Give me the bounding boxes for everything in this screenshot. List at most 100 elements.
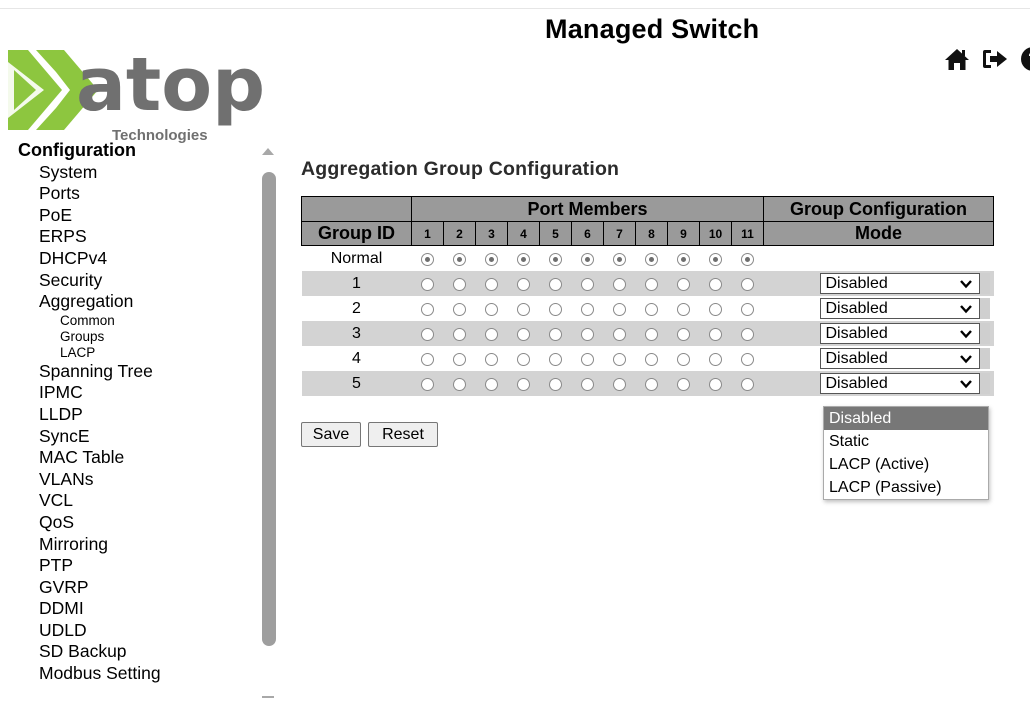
group-3-port-6-radio[interactable] [581, 327, 594, 341]
sidebar-item-vcl[interactable]: VCL [18, 490, 258, 512]
group-3-port-1-radio[interactable] [421, 327, 434, 341]
group-4-port-10-radio[interactable] [709, 352, 722, 366]
group-3-port-4-radio[interactable] [517, 327, 530, 341]
group-5-port-11-radio[interactable] [741, 377, 754, 391]
group-1-port-6-radio[interactable] [581, 277, 594, 291]
save-button[interactable]: Save [301, 422, 361, 447]
group-1-port-2-radio[interactable] [453, 277, 466, 291]
sidebar-item-lldp[interactable]: LLDP [18, 404, 258, 426]
group-3-port-2-radio[interactable] [453, 327, 466, 341]
group-2-port-4-radio[interactable] [517, 302, 530, 316]
port-1-normal-radio[interactable] [421, 252, 434, 266]
reset-button[interactable]: Reset [368, 422, 438, 447]
group-1-port-5-radio[interactable] [549, 277, 562, 291]
group-3-port-10-radio[interactable] [709, 327, 722, 341]
group-1-port-4-radio[interactable] [517, 277, 530, 291]
group-1-port-10-radio[interactable] [709, 277, 722, 291]
sidebar-item-spanning-tree[interactable]: Spanning Tree [18, 361, 258, 383]
port-11-normal-radio[interactable] [741, 252, 754, 266]
group-5-port-4-radio[interactable] [517, 377, 530, 391]
sidebar-item-aggregation[interactable]: Aggregation [18, 291, 258, 313]
sidebar-item-ptp[interactable]: PTP [18, 555, 258, 577]
sidebar-item-qos[interactable]: QoS [18, 512, 258, 534]
group-3-port-8-radio[interactable] [645, 327, 658, 341]
group-3-port-5-radio[interactable] [549, 327, 562, 341]
group-1-port-11-radio[interactable] [741, 277, 754, 291]
sidebar-item-system[interactable]: System [18, 162, 258, 184]
group-2-port-9-radio[interactable] [677, 302, 690, 316]
sidebar-item-mac-table[interactable]: MAC Table [18, 447, 258, 469]
sidebar-item-dhcpv4[interactable]: DHCPv4 [18, 248, 258, 270]
dropdown-option-lacp-active[interactable]: LACP (Active) [824, 453, 988, 476]
group-2-mode-select[interactable]: Disabled [819, 298, 980, 319]
sidebar-item-udld[interactable]: UDLD [18, 620, 258, 642]
port-5-normal-radio[interactable] [549, 252, 562, 266]
group-5-port-9-radio[interactable] [677, 377, 690, 391]
group-3-port-7-radio[interactable] [613, 327, 626, 341]
group-4-port-7-radio[interactable] [613, 352, 626, 366]
help-icon[interactable] [1020, 46, 1030, 72]
group-4-port-6-radio[interactable] [581, 352, 594, 366]
group-5-port-10-radio[interactable] [709, 377, 722, 391]
group-4-port-3-radio[interactable] [485, 352, 498, 366]
sidebar-item-synce[interactable]: SyncE [18, 426, 258, 448]
port-10-normal-radio[interactable] [709, 252, 722, 266]
group-5-port-7-radio[interactable] [613, 377, 626, 391]
sidebar-subitem-lacp[interactable]: LACP [18, 345, 258, 361]
group-5-mode-select[interactable]: Disabled [819, 373, 980, 394]
sidebar-item-ports[interactable]: Ports [18, 183, 258, 205]
port-6-normal-radio[interactable] [581, 252, 594, 266]
group-1-port-1-radio[interactable] [421, 277, 434, 291]
sidebar-item-ipmc[interactable]: IPMC [18, 382, 258, 404]
port-7-normal-radio[interactable] [613, 252, 626, 266]
group-2-port-11-radio[interactable] [741, 302, 754, 316]
group-4-mode-select[interactable]: Disabled [819, 348, 980, 369]
group-5-port-1-radio[interactable] [421, 377, 434, 391]
port-2-normal-radio[interactable] [453, 252, 466, 266]
group-5-port-3-radio[interactable] [485, 377, 498, 391]
sidebar-scroll-up-arrow[interactable] [262, 148, 274, 155]
sidebar-item-security[interactable]: Security [18, 270, 258, 292]
group-2-port-5-radio[interactable] [549, 302, 562, 316]
group-2-port-2-radio[interactable] [453, 302, 466, 316]
group-3-port-11-radio[interactable] [741, 327, 754, 341]
dropdown-option-lacp-passive[interactable]: LACP (Passive) [824, 476, 988, 499]
sidebar-item-ddmi[interactable]: DDMI [18, 598, 258, 620]
group-4-port-11-radio[interactable] [741, 352, 754, 366]
dropdown-option-disabled[interactable]: Disabled [824, 407, 988, 430]
sidebar-item-mirroring[interactable]: Mirroring [18, 534, 258, 556]
group-2-port-10-radio[interactable] [709, 302, 722, 316]
sidebar-heading[interactable]: Configuration [18, 140, 258, 162]
group-1-port-7-radio[interactable] [613, 277, 626, 291]
sidebar-item-modbus-setting[interactable]: Modbus Setting [18, 663, 258, 685]
group-5-port-2-radio[interactable] [453, 377, 466, 391]
group-3-port-3-radio[interactable] [485, 327, 498, 341]
group-5-port-8-radio[interactable] [645, 377, 658, 391]
group-5-port-5-radio[interactable] [549, 377, 562, 391]
group-1-port-8-radio[interactable] [645, 277, 658, 291]
sidebar-item-erps[interactable]: ERPS [18, 226, 258, 248]
port-3-normal-radio[interactable] [485, 252, 498, 266]
logout-icon[interactable] [982, 46, 1008, 72]
port-9-normal-radio[interactable] [677, 252, 690, 266]
group-3-port-9-radio[interactable] [677, 327, 690, 341]
group-4-port-9-radio[interactable] [677, 352, 690, 366]
group-2-port-1-radio[interactable] [421, 302, 434, 316]
sidebar-item-vlans[interactable]: VLANs [18, 469, 258, 491]
sidebar-item-poe[interactable]: PoE [18, 205, 258, 227]
sidebar-item-gvrp[interactable]: GVRP [18, 577, 258, 599]
group-2-port-8-radio[interactable] [645, 302, 658, 316]
sidebar-subitem-groups[interactable]: Groups [18, 329, 258, 345]
group-2-port-6-radio[interactable] [581, 302, 594, 316]
group-4-port-4-radio[interactable] [517, 352, 530, 366]
group-2-port-3-radio[interactable] [485, 302, 498, 316]
group-3-mode-select[interactable]: Disabled [819, 323, 980, 344]
sidebar-scrollbar-thumb[interactable] [262, 172, 276, 646]
home-icon[interactable] [944, 46, 970, 72]
port-4-normal-radio[interactable] [517, 252, 530, 266]
group-1-port-3-radio[interactable] [485, 277, 498, 291]
group-4-port-8-radio[interactable] [645, 352, 658, 366]
group-4-port-2-radio[interactable] [453, 352, 466, 366]
port-8-normal-radio[interactable] [645, 252, 658, 266]
group-4-port-5-radio[interactable] [549, 352, 562, 366]
